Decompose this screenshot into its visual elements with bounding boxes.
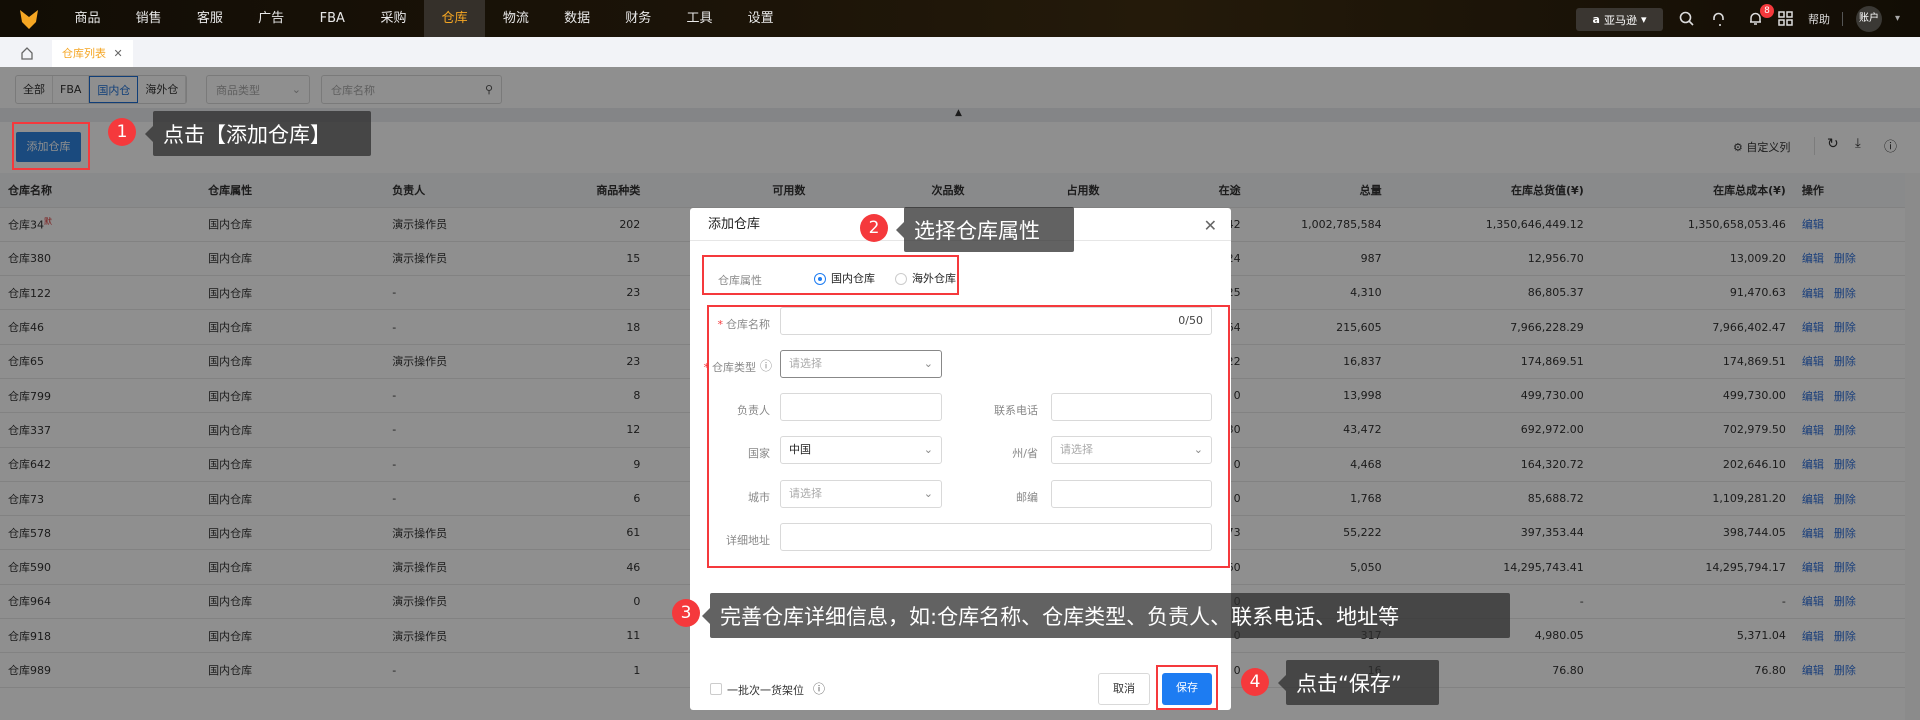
tab-warehouse-list[interactable]: 仓库列表 ✕	[52, 40, 133, 67]
notification-badge: 8	[1760, 4, 1774, 18]
highlight-add-button	[12, 122, 90, 170]
step-number-badge: 1	[108, 118, 136, 146]
tab-label: 仓库列表	[62, 47, 106, 60]
step-annotation: 完善仓库详细信息，如:仓库名称、仓库类型、负责人、联系电话、地址等	[702, 593, 1510, 638]
nav-item[interactable]: 财务	[608, 0, 669, 37]
step-annotation: 点击【添加仓库】	[145, 111, 371, 156]
account-caret-icon[interactable]: ▾	[1895, 0, 1900, 37]
caret-down-icon: ▾	[1640, 13, 1647, 26]
step-number-badge: 4	[1241, 668, 1269, 696]
close-icon[interactable]: ✕	[1204, 216, 1217, 235]
search-icon[interactable]	[1679, 11, 1694, 26]
close-tab-icon[interactable]: ✕	[114, 47, 123, 60]
top-nav: 商品 销售 客服 广告 FBA 采购 仓库 物流 数据 财务 工具 设置 a 亚马逊 ▾ 8 帮助 账户 …	[0, 0, 1920, 37]
nav-item[interactable]: 客服	[179, 0, 240, 37]
tab-bar: 仓库列表 ✕	[0, 37, 1920, 67]
platform-label: 亚马逊	[1603, 13, 1637, 27]
annotation-text: 完善仓库详细信息，如:仓库名称、仓库类型、负责人、联系电话、地址等	[720, 604, 1400, 629]
platform-select[interactable]: a 亚马逊 ▾	[1576, 8, 1663, 31]
nav-item[interactable]: FBA	[302, 0, 363, 37]
step-annotation: 选择仓库属性	[896, 207, 1074, 252]
nav-item[interactable]: 采购	[363, 0, 424, 37]
nav-item[interactable]: 设置	[730, 0, 791, 37]
cancel-button[interactable]: 取消	[1098, 673, 1150, 705]
nav-item[interactable]: 广告	[241, 0, 302, 37]
headset-icon[interactable]	[1711, 11, 1726, 26]
highlight-attr	[702, 255, 959, 295]
batch-help-icon[interactable]: ⓘ	[813, 680, 825, 697]
highlight-details	[707, 305, 1230, 568]
nav-item[interactable]: 物流	[485, 0, 546, 37]
divider	[1842, 12, 1843, 26]
home-icon[interactable]	[20, 46, 34, 60]
fox-logo-icon	[20, 10, 38, 29]
account-avatar[interactable]: 账户	[1856, 6, 1882, 32]
amazon-icon: a	[1592, 13, 1600, 26]
step-annotation: 点击“保存”	[1278, 660, 1439, 705]
nav-item[interactable]: 工具	[669, 0, 730, 37]
annotation-text: 点击“保存”	[1296, 671, 1402, 696]
batch-checkbox[interactable]	[710, 683, 722, 695]
annotation-text: 选择仓库属性	[914, 218, 1040, 243]
highlight-save	[1156, 665, 1218, 710]
nav-item[interactable]: 仓库	[424, 0, 486, 37]
nav-item[interactable]: 商品	[57, 0, 118, 37]
nav-item[interactable]: 数据	[547, 0, 608, 37]
step-number-badge: 3	[672, 599, 700, 627]
apps-grid-icon[interactable]	[1778, 11, 1793, 26]
step-number-badge: 2	[860, 214, 888, 242]
batch-label: 一批次一货架位	[727, 684, 804, 697]
annotation-text: 点击【添加仓库】	[163, 122, 331, 147]
help-link[interactable]: 帮助	[1808, 0, 1830, 37]
nav-item[interactable]: 销售	[118, 0, 179, 37]
